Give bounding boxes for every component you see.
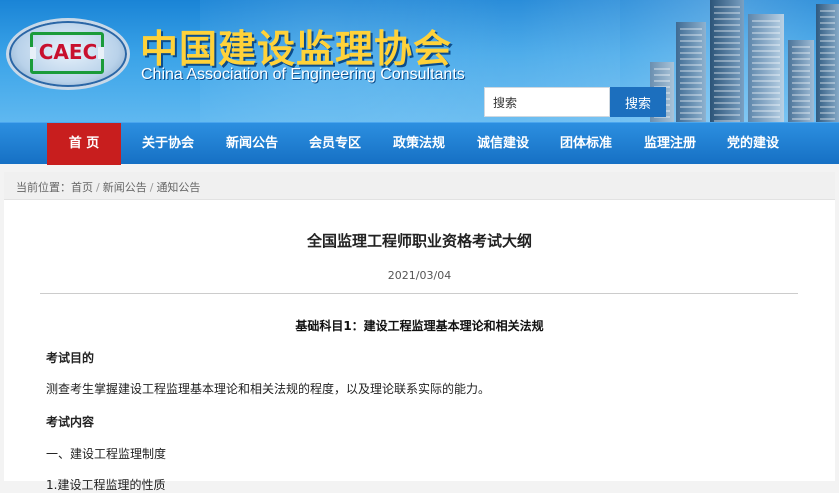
- nav-item-credit[interactable]: 诚信建设: [462, 123, 544, 165]
- section-heading: 考试目的: [46, 351, 95, 365]
- building: [676, 22, 706, 122]
- breadcrumb-bar: 当前位置：首页 / 新闻公告 / 通知公告: [4, 172, 835, 200]
- nav-item-about[interactable]: 关于协会: [128, 123, 208, 165]
- breadcrumb-prefix: 当前位置：: [16, 181, 71, 194]
- search-button[interactable]: 搜索: [610, 87, 666, 117]
- title-divider: [40, 293, 798, 294]
- nav-item-registration[interactable]: 监理注册: [629, 123, 711, 165]
- breadcrumb-separator: /: [149, 181, 154, 194]
- site-title-chinese: 中国建设监理协会: [140, 27, 453, 71]
- building: [748, 14, 784, 122]
- site-header: CAEC 中国建设监理协会 China Association of Engin…: [0, 0, 839, 122]
- subject-heading: 基础科目1：建设工程监理基本理论和相关法规: [295, 319, 544, 333]
- breadcrumb-link-home[interactable]: 首页: [71, 181, 93, 194]
- article-panel: 当前位置：首页 / 新闻公告 / 通知公告 全国监理工程师职业资格考试大纲 2021/0…: [4, 172, 835, 492]
- breadcrumb-separator: /: [96, 181, 100, 194]
- building: [816, 4, 839, 122]
- paragraph: 测查考生掌握建设工程监理基本理论和相关法规的程度，以及理论联系实际的能力。: [46, 382, 491, 396]
- article-date: 2021/03/04: [387, 269, 452, 282]
- nav-item-members[interactable]: 会员专区: [295, 123, 375, 165]
- logo-text: CAEC: [38, 40, 98, 64]
- building: [710, 0, 744, 122]
- breadcrumb-link-news[interactable]: 新闻公告: [103, 181, 147, 194]
- nav-item-party[interactable]: 党的建设: [712, 123, 794, 165]
- paragraph: 1.建设工程监理的性质: [46, 478, 166, 492]
- article-title: 全国监理工程师职业资格考试大纲: [306, 232, 532, 250]
- search-input[interactable]: [484, 87, 610, 117]
- main-nav: 首 页 关于协会 新闻公告 会员专区 政策法规 诚信建设 团体标准 监理注册 党…: [0, 122, 839, 165]
- breadcrumb-link-notices[interactable]: 通知公告: [156, 181, 200, 194]
- section-heading: 考试内容: [46, 415, 95, 429]
- nav-item-news[interactable]: 新闻公告: [212, 123, 292, 165]
- building: [788, 40, 814, 122]
- nav-item-policy[interactable]: 政策法规: [378, 123, 460, 165]
- paragraph: 一、建设工程监理制度: [46, 447, 167, 461]
- site-title-english: China Association of Engineering Consult…: [141, 66, 465, 83]
- breadcrumb: 当前位置：首页 / 新闻公告 / 通知公告: [16, 179, 200, 195]
- nav-item-home[interactable]: 首 页: [47, 123, 121, 165]
- nav-item-standards[interactable]: 团体标准: [545, 123, 627, 165]
- skyline-image: [640, 0, 839, 122]
